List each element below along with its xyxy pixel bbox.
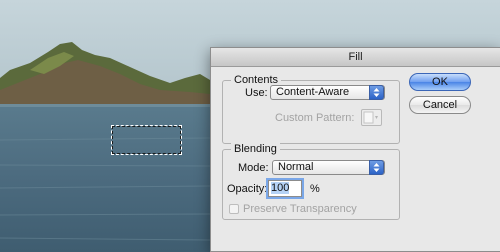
fill-dialog: Fill Contents Use: Content-Aware Custom … [210, 47, 500, 252]
pattern-swatch-icon [361, 109, 382, 126]
mode-popup-value: Normal [278, 161, 314, 173]
use-popup[interactable]: Content-Aware [270, 85, 385, 100]
preserve-transparency-label: Preserve Transparency [243, 203, 357, 215]
use-label: Use: [245, 87, 268, 99]
mode-label: Mode: [238, 162, 269, 174]
blending-group-label: Blending [231, 142, 280, 156]
use-popup-value: Content-Aware [276, 86, 350, 98]
cancel-button[interactable]: Cancel [409, 96, 471, 114]
up-down-arrows-icon [369, 160, 384, 175]
opacity-input[interactable]: 100 [268, 180, 302, 197]
opacity-percent-unit: % [310, 183, 320, 195]
ok-button[interactable]: OK [409, 73, 471, 91]
up-down-arrows-icon [369, 85, 384, 100]
selection-marquee[interactable] [111, 125, 182, 155]
opacity-value: 100 [271, 182, 290, 194]
mode-popup[interactable]: Normal [272, 160, 385, 175]
preserve-transparency-checkbox[interactable] [229, 204, 239, 214]
dialog-title: Fill [211, 48, 500, 67]
custom-pattern-label: Custom Pattern: [275, 112, 355, 124]
opacity-label: Opacity: [227, 183, 268, 195]
